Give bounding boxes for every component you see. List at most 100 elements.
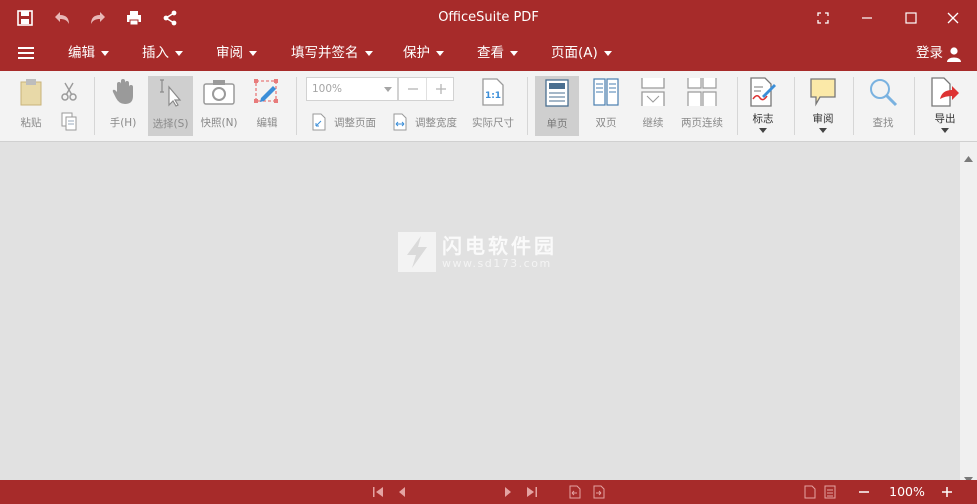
fit-page-button[interactable]: 调整页面: [312, 112, 376, 132]
plus-icon: [435, 84, 446, 94]
ribbon-toolbar: 粘贴 手(H) 选择(S) 快照(N) 编辑 1:1 实际尺寸 单页 双页 继续…: [0, 71, 977, 142]
hand-tool-button[interactable]: 手(H): [104, 75, 142, 137]
two-pages-button[interactable]: 双页: [584, 75, 628, 137]
share-icon[interactable]: [160, 8, 180, 28]
menu-label: 保护: [403, 45, 430, 61]
menu-view[interactable]: 查看: [477, 36, 518, 71]
fit-width-button[interactable]: 调整宽度: [393, 112, 457, 132]
fit-width-label: 调整宽度: [415, 116, 457, 129]
login-label: 登录: [916, 45, 943, 61]
actual-size-icon: 1:1: [477, 75, 509, 109]
toolbar-divider: [794, 77, 795, 135]
hamburger-menu-icon[interactable]: [18, 47, 34, 60]
menu-page[interactable]: 页面(A): [551, 36, 612, 71]
close-icon[interactable]: [943, 8, 963, 28]
continuous-button[interactable]: 继续: [632, 75, 674, 137]
next-view-icon[interactable]: [590, 483, 608, 501]
menu-review[interactable]: 审阅: [216, 36, 257, 71]
chevron-down-icon: [364, 50, 373, 56]
snapshot-label: 快照(N): [200, 117, 238, 129]
menu-bar: 编辑 插入 审阅 填写并签名 保护 查看 页面(A) 登录: [0, 36, 977, 71]
chevron-down-icon: [603, 50, 612, 56]
menu-label: 页面(A): [551, 45, 598, 61]
menu-insert[interactable]: 插入: [142, 36, 183, 71]
zoom-in-button[interactable]: [427, 78, 454, 100]
redo-icon[interactable]: [88, 8, 108, 28]
fit-page-icon: [312, 113, 328, 131]
paste-label: 粘贴: [20, 117, 42, 129]
zoom-select[interactable]: 100%: [306, 77, 398, 101]
actual-size-label: 实际尺寸: [472, 117, 514, 129]
chevron-down-icon: [249, 50, 257, 56]
previous-page-icon[interactable]: [393, 483, 411, 501]
mark-button[interactable]: 标志: [744, 75, 782, 137]
undo-icon[interactable]: [52, 8, 72, 28]
hand-label: 手(H): [109, 117, 137, 129]
mark-label: 标志: [752, 113, 774, 125]
status-zoom-value: 100%: [889, 484, 925, 499]
zoom-stepper: [398, 77, 454, 101]
scroll-up-icon[interactable]: [964, 147, 973, 166]
signature-pen-icon: [747, 75, 779, 109]
lightning-logo-icon: [398, 232, 436, 272]
minimize-icon[interactable]: [857, 8, 877, 28]
fullscreen-icon[interactable]: [813, 8, 833, 28]
toolbar-divider: [853, 77, 854, 135]
actual-size-button[interactable]: 1:1 实际尺寸: [468, 75, 518, 137]
menu-edit[interactable]: 编辑: [68, 36, 109, 71]
export-label: 导出: [934, 113, 956, 125]
two-pages-icon: [590, 75, 622, 109]
zoom-out-button[interactable]: [399, 78, 427, 100]
paste-button[interactable]: 粘贴: [14, 75, 48, 137]
print-icon[interactable]: [124, 8, 144, 28]
user-icon[interactable]: [946, 46, 962, 62]
find-button[interactable]: 查找: [864, 75, 902, 137]
first-page-icon[interactable]: [369, 483, 387, 501]
chevron-down-icon: [510, 50, 518, 56]
menu-protect[interactable]: 保护: [403, 36, 444, 71]
hand-icon: [107, 75, 139, 109]
next-page-icon[interactable]: [499, 483, 517, 501]
select-label: 选择(S): [152, 118, 189, 130]
select-cursor-icon: [155, 76, 187, 110]
zoom-out-icon[interactable]: [855, 483, 873, 501]
find-label: 查找: [872, 117, 894, 129]
chevron-down-icon: [175, 50, 183, 56]
watermark-title: 闪电软件园: [442, 233, 557, 258]
menu-fill-sign[interactable]: 填写并签名: [291, 36, 373, 71]
review-button[interactable]: 审阅: [804, 75, 842, 137]
single-page-button[interactable]: 单页: [535, 76, 579, 136]
zoom-in-icon[interactable]: [938, 483, 956, 501]
two-pages-continuous-button[interactable]: 两页连续: [678, 75, 726, 137]
edit-label: 编辑: [256, 117, 278, 129]
snapshot-button[interactable]: 快照(N): [197, 75, 241, 137]
save-icon[interactable]: [15, 8, 35, 28]
toolbar-divider: [94, 77, 95, 135]
continuous-label: 继续: [642, 117, 664, 129]
export-button[interactable]: 导出: [926, 75, 964, 137]
review-label: 审阅: [812, 113, 834, 125]
chevron-down-icon: [941, 128, 949, 133]
two-pages-continuous-icon: [686, 75, 718, 109]
menu-label: 插入: [142, 45, 169, 61]
edit-button[interactable]: 编辑: [248, 75, 286, 137]
previous-view-icon[interactable]: [566, 483, 584, 501]
cut-icon[interactable]: [60, 81, 80, 101]
text-view-icon[interactable]: [821, 483, 839, 501]
chevron-down-icon: [384, 87, 392, 92]
maximize-icon[interactable]: [901, 8, 921, 28]
export-icon: [929, 75, 961, 109]
copy-icon[interactable]: [60, 111, 80, 131]
select-tool-button[interactable]: 选择(S): [148, 76, 193, 136]
menu-label: 填写并签名: [291, 45, 359, 61]
login-button[interactable]: 登录: [916, 36, 943, 71]
single-page-label: 单页: [546, 118, 568, 130]
document-canvas[interactable]: 闪电软件园 www.sd173.com: [0, 142, 960, 480]
page-view-icon[interactable]: [801, 483, 819, 501]
last-page-icon[interactable]: [523, 483, 541, 501]
toolbar-divider: [737, 77, 738, 135]
title-bar: OfficeSuite PDF: [0, 0, 977, 36]
minus-icon: [407, 88, 418, 90]
watermark: 闪电软件园 www.sd173.com: [398, 232, 557, 272]
vertical-scrollbar[interactable]: [960, 142, 977, 483]
